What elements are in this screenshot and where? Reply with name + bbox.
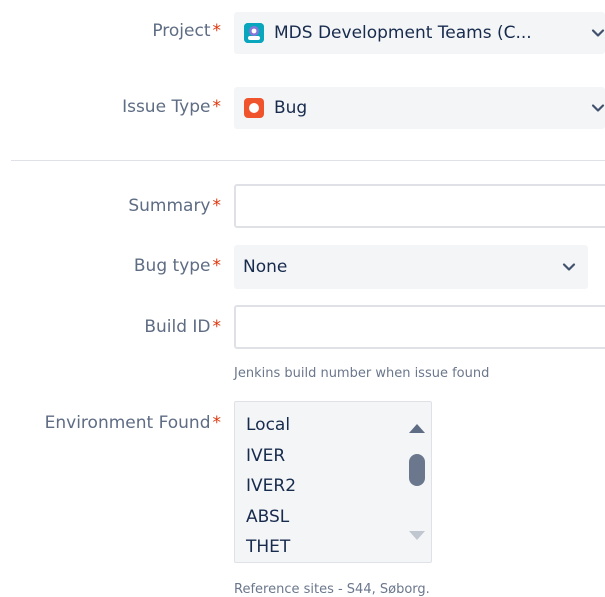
project-label-text: Project (152, 21, 211, 41)
project-label: Project * (152, 21, 221, 41)
required-asterisk: * (212, 256, 222, 276)
bug-type-select-value: None (243, 257, 288, 277)
chevron-down-icon (562, 263, 576, 271)
required-asterisk: * (212, 97, 222, 117)
build-id-label: Build ID * (144, 317, 221, 337)
issue-type-label: Issue Type * (122, 97, 221, 117)
chevron-down-icon (591, 104, 605, 112)
listbox-scrollbar[interactable] (403, 404, 429, 560)
required-asterisk: * (212, 196, 222, 216)
project-avatar-glyph (244, 23, 264, 43)
issue-type-label-text: Issue Type (122, 97, 211, 117)
project-select[interactable]: MDS Development Teams (C... (234, 12, 605, 54)
required-asterisk: * (212, 413, 222, 433)
build-id-label-text: Build ID (144, 317, 211, 337)
required-asterisk: * (212, 21, 222, 41)
scroll-down-arrow-icon[interactable] (409, 531, 425, 540)
environment-option[interactable]: ABSL (246, 502, 296, 533)
issue-type-select-value: Bug (274, 98, 308, 118)
summary-label-text: Summary (128, 196, 211, 216)
project-avatar-icon (244, 23, 264, 43)
section-divider (11, 160, 605, 161)
bug-type-label-text: Bug type (133, 256, 211, 276)
build-id-input[interactable] (234, 305, 605, 349)
bug-icon (244, 98, 264, 118)
build-id-help-text: Jenkins build number when issue found (234, 366, 490, 381)
issue-type-select[interactable]: Bug (234, 87, 605, 129)
environment-found-label: Environment Found * (45, 413, 221, 433)
environment-option[interactable]: IVER (246, 441, 296, 472)
bug-type-label: Bug type * (134, 256, 221, 276)
required-asterisk: * (212, 317, 222, 337)
environment-options-list: Local IVER IVER2 ABSL THET (246, 410, 296, 563)
summary-input[interactable] (234, 184, 605, 228)
environment-option[interactable]: IVER2 (246, 471, 296, 502)
environment-found-help-text: Reference sites - S44, Søborg. (234, 582, 430, 597)
scroll-up-arrow-icon[interactable] (409, 424, 425, 433)
environment-option[interactable]: Local (246, 410, 296, 441)
bug-type-select[interactable]: None (234, 245, 588, 289)
summary-label: Summary * (128, 196, 221, 216)
scrollbar-thumb[interactable] (409, 454, 425, 486)
environment-found-listbox[interactable]: Local IVER IVER2 ABSL THET (234, 401, 432, 563)
environment-found-label-text: Environment Found (44, 413, 211, 433)
environment-option[interactable]: THET (246, 532, 296, 563)
project-select-value: MDS Development Teams (C... (274, 23, 532, 43)
chevron-down-icon (591, 29, 605, 37)
